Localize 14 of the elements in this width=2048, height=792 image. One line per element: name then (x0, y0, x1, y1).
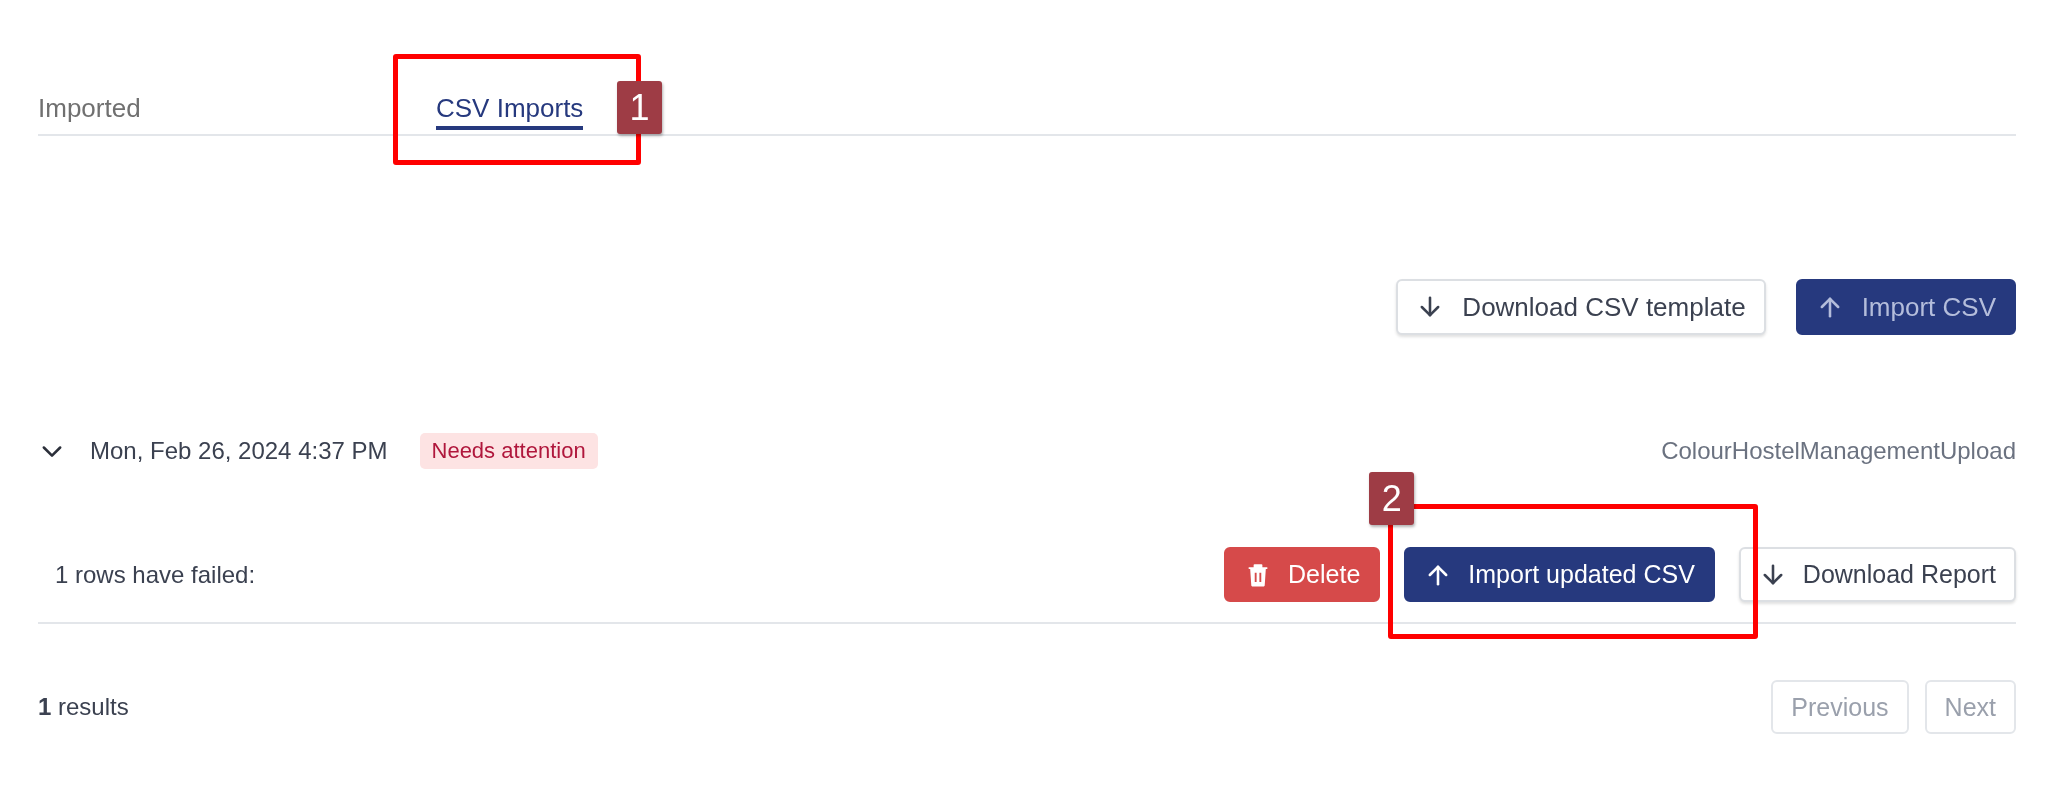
results-count: 1 results (38, 693, 129, 721)
download-button[interactable]: Download Report (1738, 547, 2016, 602)
delete-button[interactable]: Delete (1224, 547, 1381, 602)
failed-rows-text: 1 rows have failed: (55, 560, 256, 589)
import-button[interactable]: Import updated CSV (1404, 547, 1715, 602)
tab[interactable]: CSV Imports (436, 92, 584, 130)
annotation-marker: 1 (617, 81, 662, 134)
tab[interactable]: Imported (38, 92, 141, 130)
download-button[interactable]: Download CSV template (1396, 279, 1766, 335)
import-button[interactable]: Import CSV (1795, 279, 2016, 335)
import-date: Mon, Feb 26, 2024 4:37 PM (90, 437, 388, 465)
annotation-marker: 2 (1369, 472, 1415, 525)
status-badge: Needs attention (419, 433, 598, 469)
file-name: ColourHostelManagementUpload (1661, 437, 2016, 465)
